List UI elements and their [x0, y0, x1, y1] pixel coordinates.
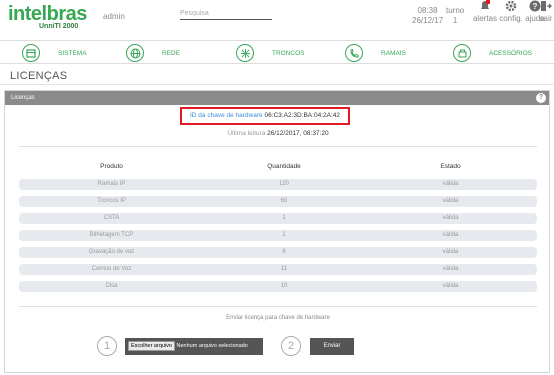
module-label: TRONCOS: [272, 49, 305, 57]
logout-label: sair: [539, 14, 553, 23]
module-sistema[interactable]: SISTEMA: [22, 43, 87, 63]
table-header: Produto Quantidade Estado: [19, 163, 537, 175]
cell-product: CSTA: [103, 215, 120, 221]
divider: [0, 84, 554, 85]
svg-text:?: ?: [533, 2, 538, 11]
turno-label: turno: [446, 6, 465, 15]
no-file-text: Nenhum arquivo selecionado: [176, 343, 248, 349]
panel-header: Licenças ?: [5, 91, 549, 105]
clock: 08:38 26/12/17: [412, 6, 443, 26]
search-input[interactable]: Pesquisa: [180, 10, 272, 20]
help-icon[interactable]: ?: [536, 93, 546, 103]
accessories-icon: [453, 44, 471, 62]
logo-text: intelbras: [8, 3, 87, 25]
page-title: LICENÇAS: [10, 70, 68, 82]
module-bar: SISTEMA REDE TRONCOS RAMAIS ACESSÓRIOS: [0, 40, 554, 64]
upload-label: Enviar licença para chave de hardware: [226, 315, 330, 321]
extensions-icon: [345, 44, 363, 62]
step-1-indicator: 1: [97, 336, 117, 356]
cell-quantity: 11: [280, 266, 288, 272]
module-troncos[interactable]: TRONCOS: [236, 43, 305, 63]
table-row: Disa 10 válida: [19, 281, 537, 292]
username: admin: [103, 12, 125, 21]
divider: [19, 306, 537, 307]
cell-state: válida: [442, 232, 459, 238]
last-read-value: 26/12/2017, 08:37:20: [267, 130, 329, 137]
turno: turno 1: [446, 6, 464, 26]
cell-quantity: 60: [280, 198, 288, 204]
logout-button[interactable]: sair: [538, 0, 554, 23]
table-row: CSTA 1 válida: [19, 213, 537, 224]
cell-quantity: 1: [282, 215, 286, 221]
divider: [19, 146, 537, 147]
hardware-key-label: ID da chave de hardware: [190, 112, 263, 119]
cell-state: válida: [442, 249, 459, 255]
cell-product: Ramais IP: [97, 181, 126, 187]
cell-quantity: 1: [282, 232, 286, 238]
cell-state: válida: [442, 283, 459, 289]
module-acessorios[interactable]: ACESSÓRIOS: [453, 43, 532, 63]
choose-file-button[interactable]: Escolher arquivo: [128, 341, 175, 351]
table-row: Correio de Voz 11 válida: [19, 264, 537, 275]
cell-product: Correio de Voz: [91, 266, 132, 272]
clock-time: 08:38: [417, 6, 438, 15]
licenses-panel: Licenças ? ID da chave de hardware 06:C3…: [4, 90, 550, 373]
cell-quantity: 8: [282, 249, 286, 255]
module-rede[interactable]: REDE: [126, 43, 180, 63]
cell-quantity: 120: [278, 181, 289, 187]
column-header-state: Estado: [440, 163, 461, 170]
module-label: SISTEMA: [58, 49, 87, 57]
top-header: intelbras UnniTI 2000 admin Pesquisa 08:…: [0, 0, 554, 38]
module-label: REDE: [162, 49, 181, 57]
cell-product: Disa: [105, 283, 118, 289]
hardware-key-box: ID da chave de hardware 06:C3:A2:3D:BA:0…: [180, 107, 350, 125]
table-row: Ramais IP 120 válida: [19, 179, 537, 190]
turno-value: 1: [452, 16, 458, 25]
table-row: Gravação de voz 8 válida: [19, 247, 537, 258]
cell-state: válida: [442, 215, 459, 221]
column-header-quantity: Quantidade: [267, 163, 301, 170]
cell-quantity: 10: [280, 283, 288, 289]
intelbras-logo[interactable]: intelbras UnniTI 2000: [8, 4, 96, 30]
bell-alert-icon: [481, 0, 490, 9]
last-read-label: Última leitura: [227, 130, 266, 137]
clock-date: 26/12/17: [412, 16, 444, 25]
network-icon: [126, 44, 144, 62]
hardware-key-value: 06:C3:A2:3D:BA:04:2A:42: [264, 112, 340, 119]
alerts-label: alertas: [472, 14, 497, 23]
module-label: RAMAIS: [381, 49, 406, 57]
logout-icon: [541, 1, 552, 11]
column-header-product: Produto: [100, 163, 123, 170]
module-label: ACESSÓRIOS: [489, 49, 532, 57]
panel-title: Licenças: [11, 95, 35, 101]
cell-state: válida: [442, 266, 459, 272]
last-read: Última leitura 26/12/2017, 08:37:20: [5, 130, 551, 137]
trunks-icon: [236, 44, 254, 62]
logo-subtitle: UnniTI 2000: [39, 23, 79, 30]
table-row: Troncos IP 60 válida: [19, 196, 537, 207]
step-2-indicator: 2: [281, 336, 301, 356]
table-row: Bilhetagem TCP 1 válida: [19, 230, 537, 241]
file-input[interactable]: Escolher arquivo Nenhum arquivo selecion…: [125, 338, 263, 355]
cell-state: válida: [442, 181, 459, 187]
module-ramais[interactable]: RAMAIS: [345, 43, 406, 63]
cell-product: Gravação de voz: [88, 249, 135, 255]
cell-product: Bilhetagem TCP: [89, 232, 134, 238]
send-button[interactable]: Enviar: [310, 338, 354, 355]
gear-icon: [505, 0, 517, 12]
system-icon: [22, 44, 40, 62]
cell-state: válida: [442, 198, 459, 204]
cell-product: Troncos IP: [97, 198, 126, 204]
